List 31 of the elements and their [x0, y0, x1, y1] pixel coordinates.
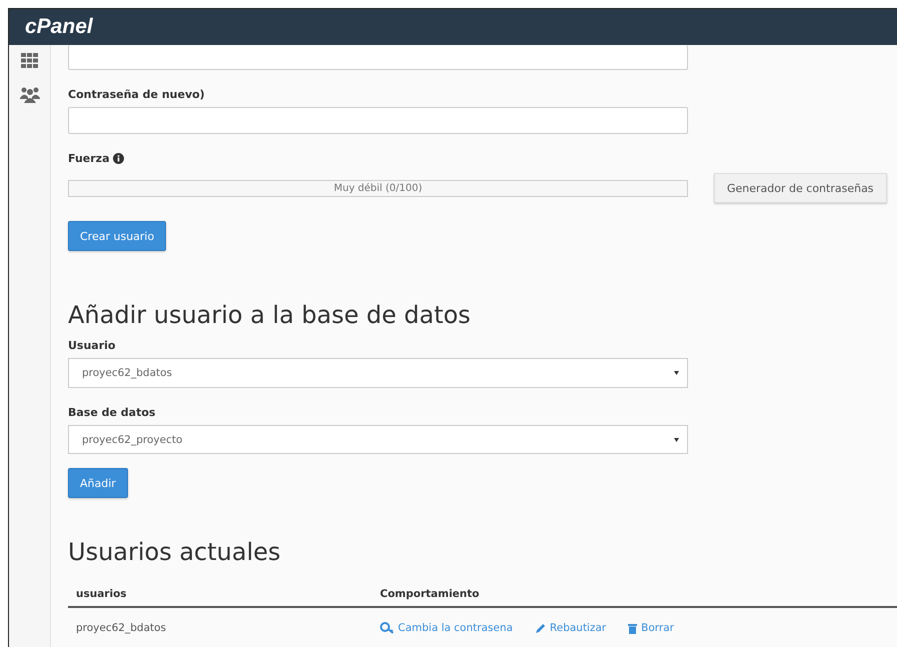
action-link[interactable]: Cambia la contrasena	[380, 622, 513, 634]
grid-icon[interactable]	[21, 53, 38, 68]
caret-icon	[674, 370, 679, 375]
database-select[interactable]: proyec62_proyecto	[68, 424, 688, 454]
action-link[interactable]: Rebautizar	[534, 622, 606, 634]
section-heading: Usuarios actuales	[68, 538, 282, 566]
select-value: proyec62_proyecto	[82, 434, 182, 446]
field-label: Base de datos	[68, 406, 156, 419]
field-label: Contraseña de nuevo)	[68, 88, 206, 101]
info-icon[interactable]	[112, 153, 124, 164]
action-link[interactable]: Borrar	[628, 622, 674, 634]
create-user-button[interactable]: Crear usuario	[68, 221, 166, 252]
password-generator-button[interactable]: Generador de contraseñas	[714, 173, 887, 204]
table-cell: proyec62_bdatos	[68, 607, 372, 647]
section-heading: Añadir usuario a la base de datos	[68, 301, 472, 330]
key-icon	[380, 622, 394, 634]
logo[interactable]: cPanel	[25, 15, 93, 39]
password-field[interactable]	[68, 45, 688, 70]
field-label: Fuerza	[68, 152, 110, 166]
caret-icon	[674, 438, 679, 442]
user-select[interactable]: proyec62_bdatos	[68, 358, 688, 388]
select-value: proyec62_bdatos	[82, 366, 172, 379]
trash-icon	[628, 622, 638, 634]
add-button[interactable]: Añadir	[68, 468, 128, 498]
field-label: Usuario	[68, 339, 116, 352]
pencil-icon	[534, 622, 546, 634]
column-header: usuarios	[68, 582, 372, 608]
confirm-password-field[interactable]	[68, 106, 688, 134]
column-header: Comportamiento	[372, 582, 897, 608]
users-icon[interactable]	[20, 86, 40, 103]
strength-reading: Muy débil (0/100)	[334, 182, 422, 194]
